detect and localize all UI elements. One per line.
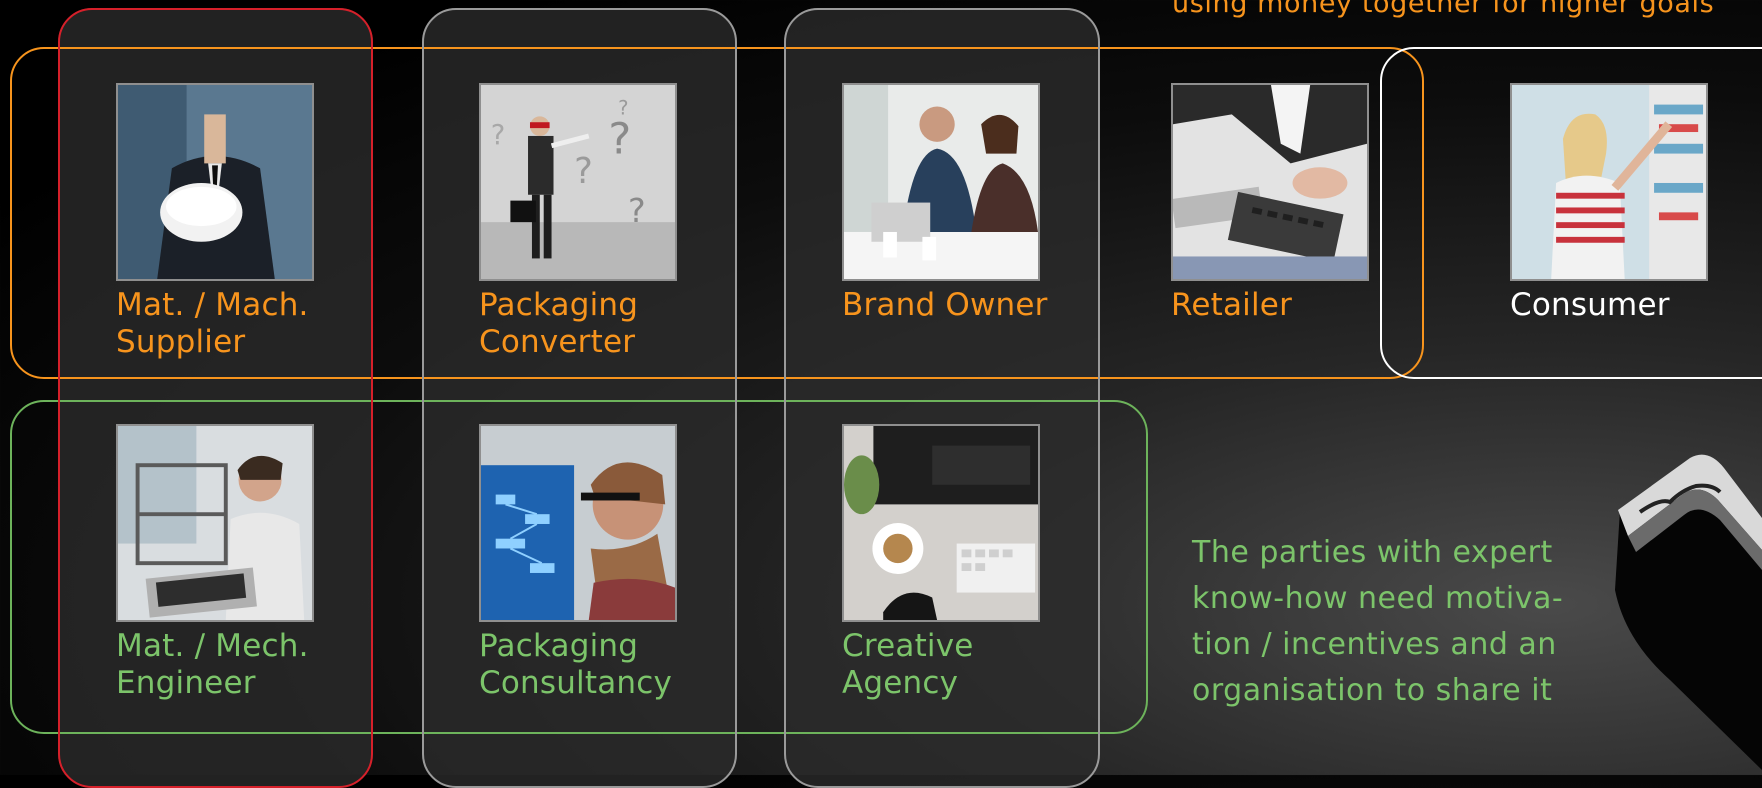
brand-owner-photo [842,83,1040,281]
engineer-label: Mat. / Mech. Engineer [116,628,309,701]
consumer-photo [1510,83,1708,281]
party-card-supplier: Mat. / Mach. Supplier [116,83,314,361]
retailer-photo [1171,83,1369,281]
man-at-monitor-image [481,426,675,620]
top-note: using money together for higher goals [1172,0,1715,19]
meeting-image [844,85,1038,279]
businessman-hard-hat-image [118,85,312,279]
party-card-consumer: Consumer [1510,83,1708,324]
party-card-brand-owner: Brand Owner [842,83,1048,324]
supplier-label: Mat. / Mach. Supplier [116,287,309,360]
consultancy-photo [479,424,677,622]
party-card-engineer: Mat. / Mech. Engineer [116,424,314,702]
supermarket-shopper-image [1512,85,1706,279]
party-card-consultancy: Packaging Consultancy [479,424,677,702]
creative-agency-photo [842,424,1040,622]
creative-agency-label: Creative Agency [842,628,974,701]
retailer-label: Retailer [1171,287,1293,323]
svg-text:?: ? [491,120,506,151]
supplier-photo [116,83,314,281]
svg-text:?: ? [628,191,646,230]
engineer-photo [116,424,314,622]
calculator-image [1173,85,1367,279]
expert-know-how-note: The parties with expert know-how need mo… [1192,535,1564,708]
consumer-label: Consumer [1510,287,1670,323]
party-card-converter: ? ? ? ? ? Packaging Converter [479,83,677,361]
party-card-retailer: Retailer [1171,83,1369,324]
party-card-creative-agency: Creative Agency [842,424,1040,702]
desk-flatlay-image [844,426,1038,620]
converter-photo: ? ? ? ? ? [479,83,677,281]
svg-text:?: ? [574,151,593,192]
converter-label: Packaging Converter [479,287,639,360]
metal-clip-graphic [1615,454,1762,770]
svg-text:?: ? [608,115,631,165]
blindfolded-man-image: ? ? ? ? ? [481,85,675,279]
engineer-3d-printer-image [118,426,312,620]
svg-text:?: ? [618,96,628,119]
consultancy-label: Packaging Consultancy [479,628,673,701]
brand-owner-label: Brand Owner [842,287,1048,323]
